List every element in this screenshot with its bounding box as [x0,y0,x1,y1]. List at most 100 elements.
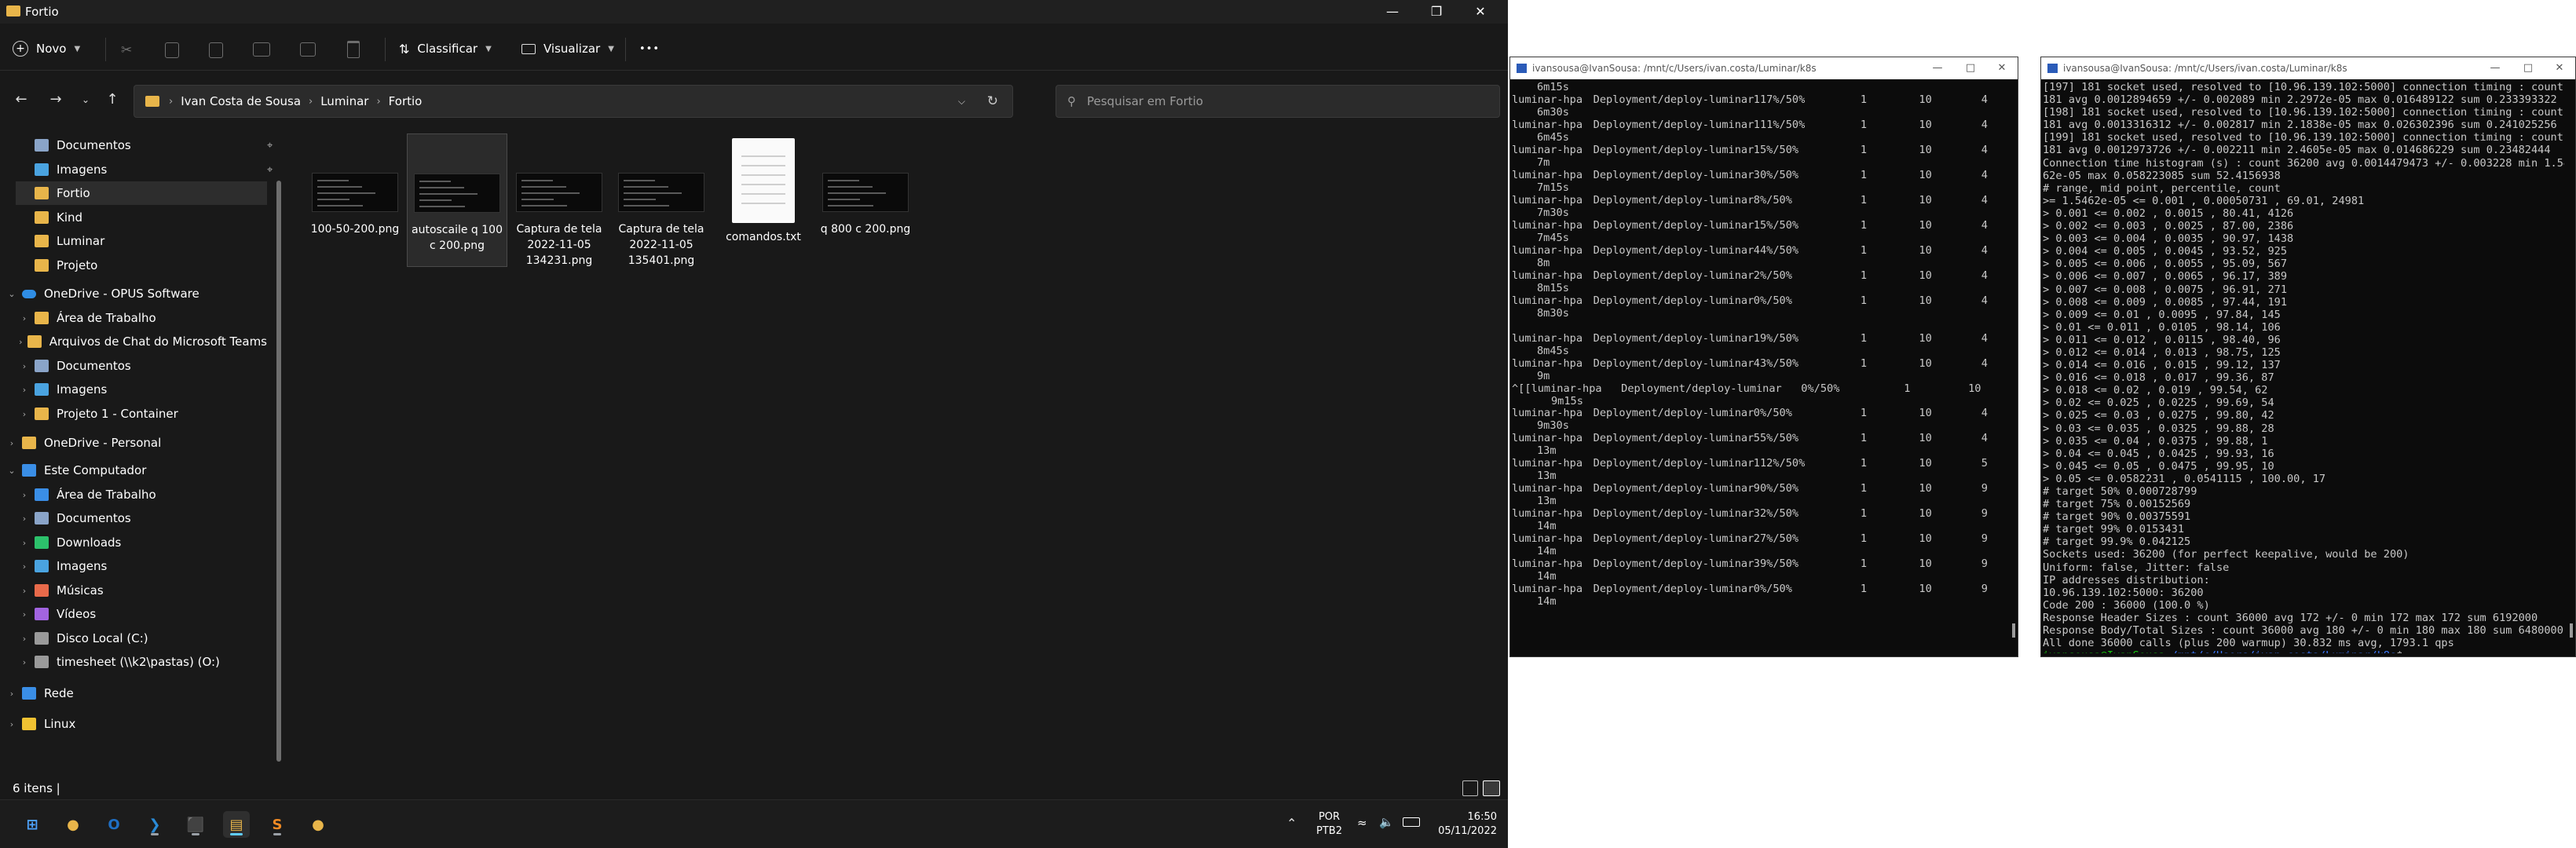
wifi-icon[interactable]: ≈ [1357,816,1367,830]
terminal-window-left[interactable]: ivansousa@IvanSousa: /mnt/c/Users/ivan.c… [1509,57,2018,657]
nav-item-este-computador[interactable]: ⌄ Este Computador [3,459,267,482]
nav-item-projeto[interactable]: Projeto [16,254,267,277]
nav-item-linux[interactable]: › Linux [3,712,267,736]
large-icons-view-icon[interactable] [1483,780,1500,796]
close-button[interactable]: ✕ [2545,57,2574,79]
nav-item-downloads[interactable]: › Downloads [16,531,267,554]
nav-item-documentos[interactable]: › Documentos [16,506,267,530]
nav-item-timesheet-k2-pastas-o[interactable]: › timesheet (\\k2\pastas) (O:) [16,650,267,674]
volume-icon[interactable]: 🔈 [1379,815,1394,829]
address-bar[interactable]: › Ivan Costa de Sousa › Luminar › Fortio… [134,85,1013,118]
restore-button[interactable]: ❐ [1418,0,1454,24]
nav-item-onedrive-personal[interactable]: › OneDrive - Personal [3,431,267,455]
new-button[interactable]: + Novo ▼ [13,36,80,61]
delete-icon[interactable] [347,41,360,58]
chevron-right-icon[interactable]: › [19,634,30,644]
terminal-scrollbar[interactable] [2567,81,2574,653]
nav-item-v-deos[interactable]: › Vídeos [16,602,267,626]
refresh-icon[interactable]: ↻ [987,93,998,109]
minimize-button[interactable]: — [1374,0,1411,24]
chevron-right-icon[interactable]: › [19,609,30,620]
nav-item-onedrive-opus-software[interactable]: ⌄ OneDrive - OPUS Software [3,282,267,305]
terminal-window-right[interactable]: ivansousa@IvanSousa: /mnt/c/Users/ivan.c… [2040,57,2576,657]
start-icon[interactable]: ⊞ [19,811,46,838]
chrome-profile-icon[interactable]: ● [305,811,331,838]
terminal-output[interactable]: 6m15s luminar-hpa Deployment/deploy-lumina… [1512,81,2007,653]
back-arrow-icon[interactable]: ← [9,91,33,108]
cut-icon[interactable]: ✂ [121,42,137,58]
outlook-icon[interactable]: O [101,811,127,838]
scrollbar-thumb[interactable] [2570,623,2573,638]
nav-item-rea-de-trabalho[interactable]: › Área de Trabalho [16,483,267,506]
chevron-right-icon[interactable]: › [19,561,30,572]
chevron-right-icon[interactable]: › [19,313,30,323]
minimize-button[interactable]: — [2481,57,2509,79]
chevron-right-icon[interactable]: › [19,385,30,395]
sort-button[interactable]: ⇅ Classificar ▼ [399,36,492,61]
chevron-down-icon[interactable]: ⌄ [6,466,17,476]
file-explorer-icon[interactable]: ▤ [223,811,250,838]
nav-item-rea-de-trabalho[interactable]: › Área de Trabalho [16,306,267,330]
forward-arrow-icon[interactable]: → [44,91,68,108]
recent-locations-icon[interactable]: ⌄ [74,94,97,105]
navigation-scrollbar[interactable] [276,181,281,762]
maximize-button[interactable]: □ [1956,57,1985,79]
vscode-icon[interactable]: ❯ [141,811,168,838]
nav-item-luminar[interactable]: Luminar [16,229,267,253]
chevron-right-icon[interactable]: › [19,409,30,419]
view-button[interactable]: Visualizar ▼ [521,36,614,61]
chevron-right-icon[interactable]: › [19,586,30,596]
sublime-icon[interactable]: S [264,811,291,838]
chevron-right-icon[interactable]: › [19,490,30,500]
clock[interactable]: 16:50 05/11/2022 [1431,810,1497,839]
paste-icon[interactable] [209,42,223,58]
terminal-titlebar[interactable]: ivansousa@IvanSousa: /mnt/c/Users/ivan.c… [2041,57,2575,79]
nav-item-rede[interactable]: › Rede [3,682,267,705]
nav-item-imagens[interactable]: › Imagens [16,554,267,578]
file-item[interactable]: autoscaile q 100 c 200.png [407,133,507,267]
details-view-icon[interactable] [1462,780,1478,796]
nav-item-imagens[interactable]: › Imagens [16,378,267,401]
file-item[interactable]: q 800 c 200.png [815,133,916,267]
nav-item-documentos[interactable]: › Documentos [16,354,267,378]
chevron-right-icon[interactable]: › [19,657,30,667]
maximize-button[interactable]: □ [2514,57,2542,79]
file-item[interactable]: Captura de tela 2022-11-05 135401.png [611,133,712,267]
copy-icon[interactable] [165,42,179,58]
nav-item-disco-local-c[interactable]: › Disco Local (C:) [16,627,267,650]
address-dropdown-icon[interactable]: ⌵ [958,96,965,108]
terminal-titlebar[interactable]: ivansousa@IvanSousa: /mnt/c/Users/ivan.c… [1510,57,2018,79]
chevron-right-icon[interactable]: › [6,438,17,448]
search-input[interactable]: ⚲ Pesquisar em Fortio [1056,85,1500,118]
explorer-titlebar[interactable]: Fortio — ❐ ✕ [0,0,1508,24]
battery-icon[interactable] [1403,817,1420,827]
nav-item-m-sicas[interactable]: › Músicas [16,579,267,602]
close-button[interactable]: ✕ [1462,0,1498,24]
share-icon[interactable] [300,42,316,57]
nav-item-arquivos-de-chat-do-microsoft-teams[interactable]: › Arquivos de Chat do Microsoft Teams [16,330,267,353]
chevron-down-icon[interactable]: ⌄ [6,289,17,299]
chevron-right-icon[interactable]: › [6,689,17,699]
tray-overflow-icon[interactable]: ⌃ [1286,816,1297,831]
chevron-right-icon[interactable]: › [19,514,30,524]
breadcrumb-item[interactable]: Ivan Costa de Sousa [181,94,301,108]
nav-item-projeto-1-container[interactable]: › Projeto 1 - Container [16,402,267,426]
rename-icon[interactable] [253,42,270,57]
minimize-button[interactable]: — [1923,57,1952,79]
chrome-icon[interactable]: ● [60,811,86,838]
chevron-right-icon[interactable]: › [19,361,30,371]
close-button[interactable]: ✕ [1988,57,2016,79]
scrollbar-thumb[interactable] [2012,623,2015,638]
breadcrumb-item[interactable]: Luminar [320,94,368,108]
chevron-right-icon[interactable]: › [19,538,30,548]
terminal-scrollbar[interactable] [2010,81,2016,653]
more-options-button[interactable]: ••• [639,36,660,61]
up-arrow-icon[interactable]: ↑ [101,91,124,108]
terminal-output[interactable]: [197] 181 socket used, resolved to [10.9… [2043,81,2564,653]
file-item[interactable]: Captura de tela 2022-11-05 134231.png [509,133,609,267]
nav-item-documentos[interactable]: Documentos ⌖ [16,133,273,157]
breadcrumb-item[interactable]: Fortio [389,94,423,108]
file-item[interactable]: comandos.txt [713,133,814,267]
language-indicator[interactable]: POR PTB2 [1316,810,1342,839]
terminal-app-icon[interactable]: ⬛ [182,811,209,838]
